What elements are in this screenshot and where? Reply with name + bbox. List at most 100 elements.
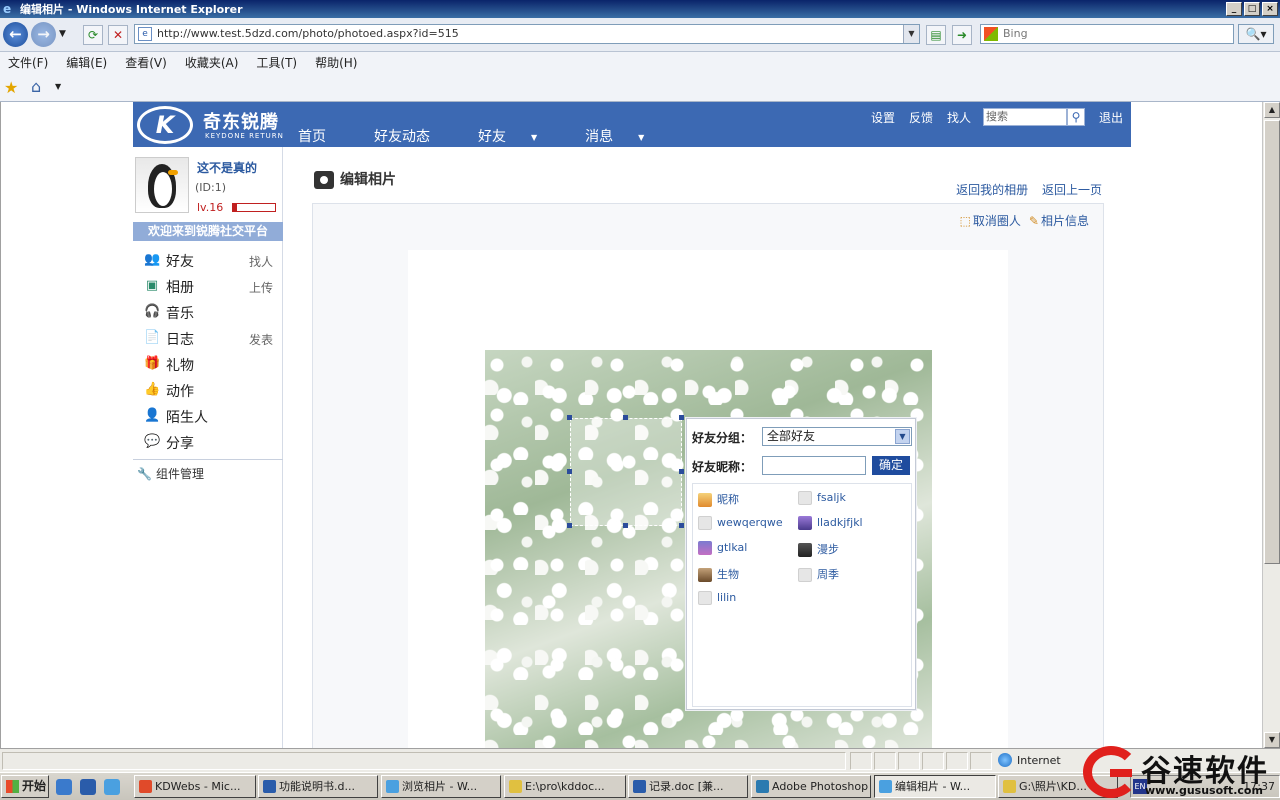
back-button[interactable]: ←: [3, 22, 28, 47]
post-sublink[interactable]: 发表: [249, 331, 273, 348]
sidebar-item-friends[interactable]: 👥 好友 找人: [133, 247, 283, 273]
taskbar-item[interactable]: KDWebs - Mic...: [134, 775, 256, 798]
home-icon[interactable]: ⌂: [31, 77, 41, 96]
confirm-button[interactable]: 确定: [872, 456, 910, 475]
friend-item[interactable]: gtlkal: [698, 541, 747, 559]
favorites-star-icon[interactable]: ★: [4, 78, 18, 97]
nickname-input[interactable]: [762, 456, 866, 475]
security-zone[interactable]: Internet: [998, 753, 1061, 767]
nav-messages[interactable]: 消息 ▼: [585, 126, 668, 146]
friend-item[interactable]: 周季: [798, 566, 839, 584]
taskbar-item[interactable]: 浏览相片 - W...: [381, 775, 501, 798]
ie-quicklaunch-icon[interactable]: [104, 779, 120, 795]
friend-item[interactable]: 漫步: [798, 541, 839, 559]
settings-link[interactable]: 设置: [871, 109, 895, 126]
taskbar-item[interactable]: E:\pro\kddoc...: [504, 775, 626, 798]
menu-file[interactable]: 文件(F): [8, 54, 48, 71]
resize-handle[interactable]: [679, 523, 684, 528]
user-name[interactable]: 这不是真的: [197, 159, 257, 176]
user-avatar[interactable]: [135, 157, 189, 213]
friend-item[interactable]: wewqerqwe: [698, 516, 783, 534]
nav-friend-feed[interactable]: 好友动态: [374, 126, 454, 146]
minimize-button[interactable]: _: [1226, 2, 1242, 16]
upload-sublink[interactable]: 上传: [249, 279, 273, 296]
tag-selection-box[interactable]: [570, 418, 682, 526]
resize-handle[interactable]: [567, 523, 572, 528]
taskbar-item-active[interactable]: 编辑相片 - W...: [874, 775, 996, 798]
show-desktop-icon[interactable]: [56, 779, 72, 795]
back-to-album-link[interactable]: 返回我的相册: [956, 183, 1028, 197]
resize-handle[interactable]: [567, 469, 572, 474]
sidebar-item-action[interactable]: 👍 动作: [133, 377, 283, 403]
cancel-tag-button[interactable]: ⬚ 取消圈人: [960, 212, 1021, 229]
chevron-down-icon[interactable]: ▼: [895, 429, 910, 444]
history-dropdown-icon[interactable]: ▼: [59, 29, 66, 39]
back-previous-link[interactable]: 返回上一页: [1042, 183, 1102, 197]
sidebar-item-stranger[interactable]: 👤 陌生人: [133, 403, 283, 429]
vertical-scrollbar[interactable]: ▲ ▼: [1262, 102, 1280, 748]
menu-view[interactable]: 查看(V): [125, 54, 167, 71]
taskbar-item[interactable]: Adobe Photoshop: [751, 775, 871, 798]
friend-item[interactable]: lilin: [698, 591, 736, 609]
resize-handle[interactable]: [567, 415, 572, 420]
friend-item[interactable]: 昵称: [698, 491, 739, 509]
friend-item[interactable]: lladkjfjkl: [798, 516, 863, 534]
friend-avatar: [698, 568, 712, 582]
sidebar-item-gift[interactable]: 🎁 礼物: [133, 351, 283, 377]
menu-favorites[interactable]: 收藏夹(A): [185, 54, 239, 71]
resize-handle[interactable]: [679, 415, 684, 420]
friend-item[interactable]: fsaljk: [798, 491, 846, 509]
menu-tools[interactable]: 工具(T): [256, 54, 297, 71]
nav-friends[interactable]: 好友 ▼: [478, 126, 561, 146]
sidebar-item-share[interactable]: 💬 分享: [133, 429, 283, 455]
home-dropdown-icon[interactable]: ▼: [55, 82, 61, 91]
friend-item[interactable]: 生物: [698, 566, 739, 584]
nav-home[interactable]: 首页: [298, 126, 350, 146]
go-button[interactable]: ➜: [952, 25, 972, 45]
taskbar-item[interactable]: 功能说明书.d...: [258, 775, 378, 798]
stop-button[interactable]: ✕: [108, 25, 128, 45]
photo-info-button[interactable]: ✎ 相片信息: [1029, 212, 1089, 229]
caret-down-icon: ▼: [638, 132, 645, 142]
refresh-button[interactable]: ⟳: [83, 25, 103, 45]
site-search-input[interactable]: 搜索: [982, 108, 1067, 126]
scroll-up-icon[interactable]: ▲: [1264, 102, 1280, 118]
widget-manage-link[interactable]: 🔧 组件管理: [137, 465, 204, 482]
close-window-button[interactable]: ×: [1262, 2, 1278, 16]
browser-search-button[interactable]: 🔍▾: [1238, 24, 1274, 44]
address-bar[interactable]: e http://www.test.5dzd.com/photo/photoed…: [134, 24, 920, 44]
scrollbar-thumb[interactable]: [1264, 120, 1280, 564]
browser-search-input[interactable]: Bing: [980, 24, 1234, 44]
logout-link[interactable]: 退出: [1099, 109, 1123, 126]
stranger-icon: 👤: [144, 408, 161, 423]
sidebar-item-album[interactable]: ▣ 相册 上传: [133, 273, 283, 299]
maximize-button[interactable]: □: [1244, 2, 1260, 16]
find-people-sublink[interactable]: 找人: [249, 253, 273, 270]
start-button[interactable]: 开始: [1, 775, 49, 798]
gift-icon: 🎁: [144, 356, 161, 371]
sidebar-item-blog[interactable]: 📄 日志 发表: [133, 325, 283, 351]
bing-icon: [984, 27, 998, 41]
compat-view-button[interactable]: ▤: [926, 25, 946, 45]
forward-button[interactable]: →: [31, 22, 56, 47]
find-people-link[interactable]: 找人: [947, 109, 971, 126]
friend-group-select[interactable]: 全部好友 ▼: [762, 427, 912, 446]
menu-edit[interactable]: 编辑(E): [66, 54, 107, 71]
flower-photo[interactable]: 好友分组： 全部好友 ▼ 好友昵称： 确定 昵称 fsaljk wewqerqw…: [485, 350, 932, 748]
quicklaunch-icon[interactable]: [80, 779, 96, 795]
menu-help[interactable]: 帮助(H): [315, 54, 357, 71]
page-icon: e: [138, 27, 152, 41]
nickname-label: 好友昵称：: [692, 460, 753, 474]
sidebar-item-music[interactable]: 🎧 音乐: [133, 299, 283, 325]
site-logo[interactable]: K 奇东锐腾 KEYDONE RETURN: [137, 106, 287, 144]
ie-logo-icon: e: [3, 2, 12, 16]
tag-friend-popup: 好友分组： 全部好友 ▼ 好友昵称： 确定 昵称 fsaljk wewqerqw…: [686, 418, 916, 710]
address-dropdown-icon[interactable]: ▼: [903, 25, 919, 43]
resize-handle[interactable]: [679, 469, 684, 474]
feedback-link[interactable]: 反馈: [909, 109, 933, 126]
taskbar-item[interactable]: 记录.doc [兼...: [628, 775, 748, 798]
resize-handle[interactable]: [623, 523, 628, 528]
resize-handle[interactable]: [623, 415, 628, 420]
site-search-icon[interactable]: ⚲: [1066, 108, 1085, 126]
logo-subtext: KEYDONE RETURN: [205, 132, 284, 140]
